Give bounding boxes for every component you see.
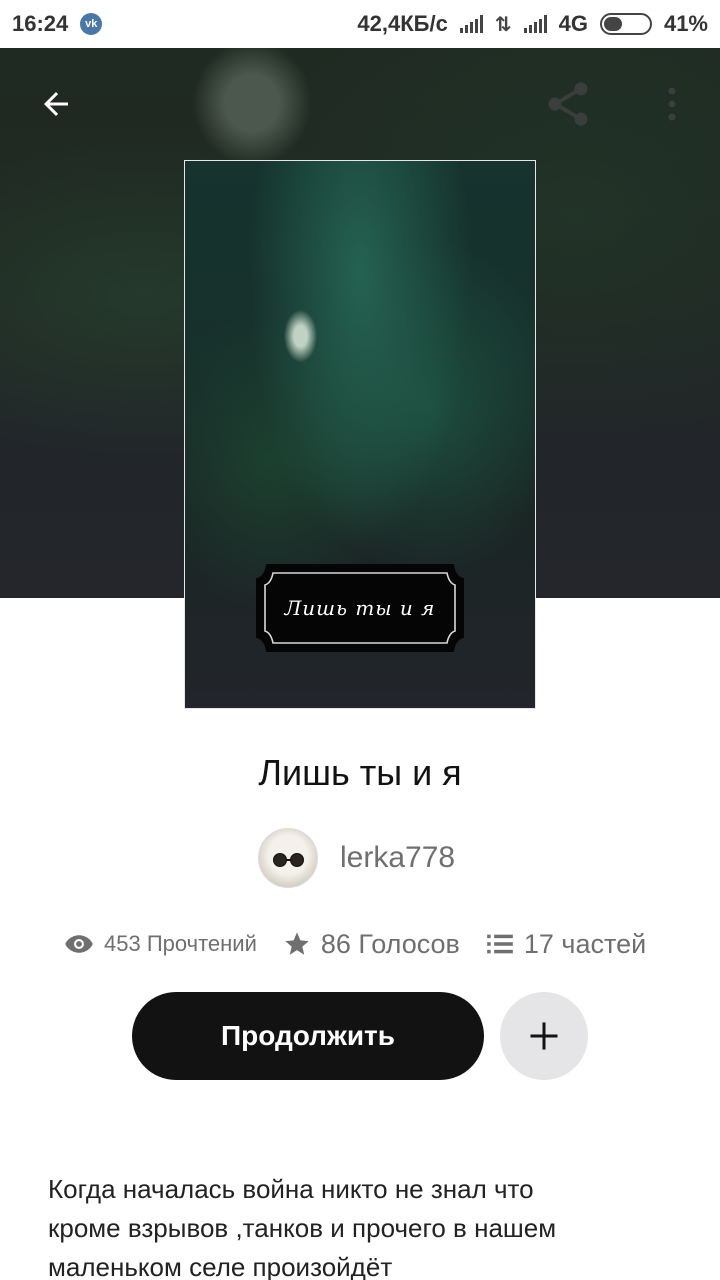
cover-title-plaque: Лишь ты и я bbox=[249, 557, 471, 659]
plus-icon bbox=[530, 1022, 558, 1050]
continue-reading-button[interactable]: Продолжить bbox=[132, 992, 484, 1080]
author-link[interactable]: lerka778 bbox=[258, 828, 455, 888]
story-title: Лишь ты и я bbox=[258, 752, 462, 793]
vk-notification-icon: vk bbox=[80, 13, 103, 35]
status-bar: 16:24 vk 42,4КБ/с ⇅ 4G 41% bbox=[0, 0, 720, 48]
more-vertical-icon bbox=[668, 87, 676, 121]
story-stats: 453 Прочтений 86 Голосов 17 частей bbox=[64, 920, 646, 968]
author-name[interactable]: lerka778 bbox=[340, 841, 455, 875]
status-bar-right: 42,4КБ/с ⇅ 4G 41% bbox=[357, 11, 708, 37]
votes-stat: 86 Голосов bbox=[283, 929, 460, 960]
status-bar-left: 16:24 vk bbox=[12, 11, 103, 37]
cover-title-text: Лишь ты и я bbox=[284, 596, 436, 620]
star-icon bbox=[285, 932, 309, 955]
share-icon bbox=[548, 82, 588, 126]
more-options-button[interactable] bbox=[644, 76, 700, 132]
story-description: Когда началась война никто не знал что к… bbox=[48, 1174, 557, 1280]
eye-icon bbox=[65, 935, 93, 953]
parts-stat: 17 частей bbox=[486, 929, 646, 960]
add-to-library-button[interactable] bbox=[500, 992, 588, 1080]
reads-count: 453 Прочтений bbox=[104, 931, 257, 956]
data-transfer-icon: ⇅ bbox=[494, 13, 512, 36]
back-button[interactable] bbox=[28, 76, 84, 132]
arrow-left-icon bbox=[44, 92, 68, 116]
battery-icon bbox=[599, 13, 652, 35]
list-icon bbox=[487, 934, 513, 954]
votes-count: 86 Голосов bbox=[320, 928, 460, 959]
author-avatar[interactable] bbox=[258, 828, 318, 888]
share-button[interactable] bbox=[540, 76, 596, 132]
status-time: 16:24 bbox=[12, 11, 69, 36]
reads-stat: 453 Прочтений bbox=[64, 931, 257, 957]
network-speed: 42,4КБ/с bbox=[357, 11, 448, 36]
parts-count: 17 частей bbox=[523, 928, 647, 959]
signal-icon bbox=[459, 15, 483, 33]
book-cover[interactable]: Лишь ты и я bbox=[184, 160, 536, 709]
battery-percent: 41% bbox=[663, 11, 708, 36]
signal-icon-2 bbox=[523, 15, 547, 33]
network-type: 4G bbox=[558, 11, 588, 36]
